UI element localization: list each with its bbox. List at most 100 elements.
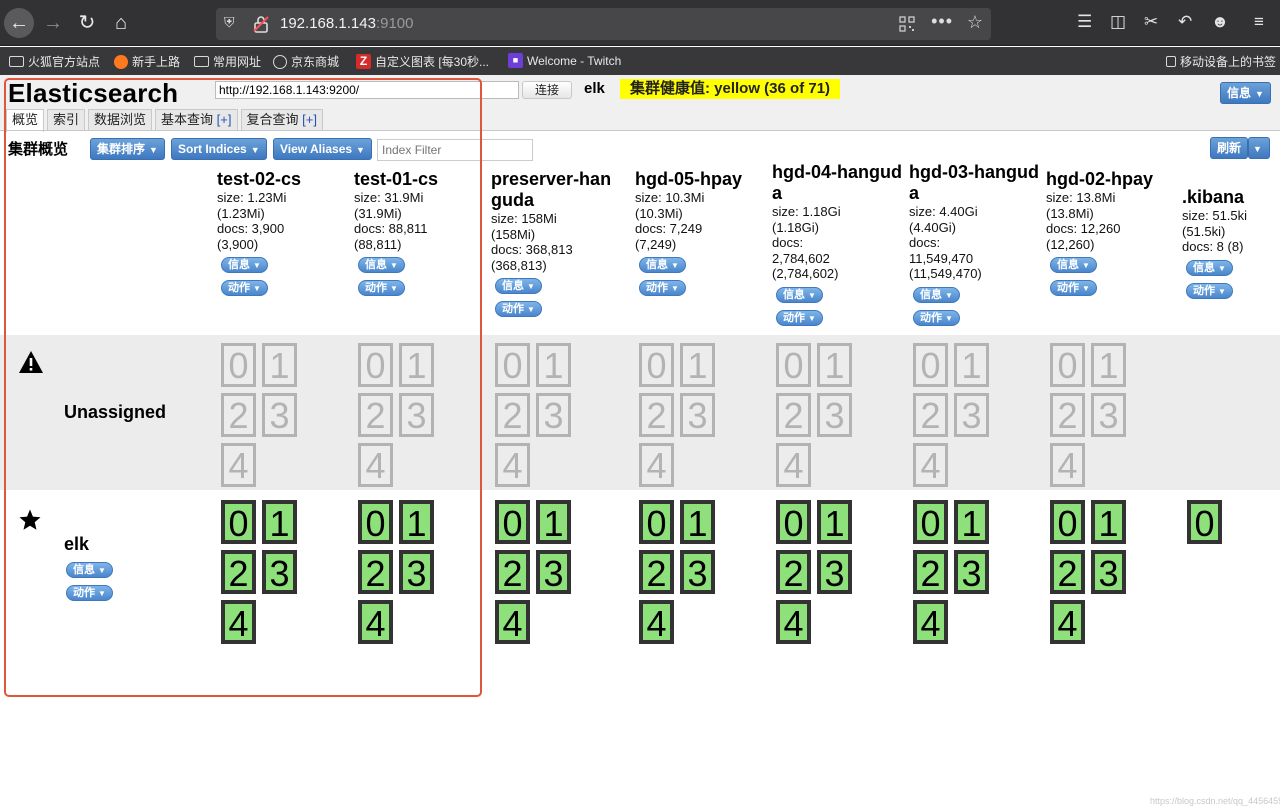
unassigned-shard[interactable]: 3 — [817, 393, 852, 437]
unassigned-shard[interactable]: 3 — [1091, 393, 1126, 437]
address-bar[interactable]: ⛨ 192.168.1.143:9100 ••• ☆ — [216, 8, 991, 40]
assigned-shard[interactable]: 1 — [399, 500, 434, 544]
bookmark-item[interactable]: 京东商城 — [273, 53, 339, 70]
unassigned-shard[interactable]: 2 — [358, 393, 393, 437]
bookmark-item[interactable]: 新手上路 — [114, 53, 180, 70]
assigned-shard[interactable]: 3 — [817, 550, 852, 594]
forward-arrow-icon[interactable]: → — [38, 8, 68, 38]
assigned-shard[interactable]: 3 — [954, 550, 989, 594]
index-action-button[interactable]: 动作 ▼ — [776, 309, 823, 326]
unassigned-shard[interactable]: 0 — [358, 343, 393, 387]
connect-button[interactable]: 连接 — [522, 81, 572, 99]
assigned-shard[interactable]: 1 — [262, 500, 297, 544]
assigned-shard[interactable]: 2 — [913, 550, 948, 594]
assigned-shard[interactable]: 4 — [495, 600, 530, 644]
reload-icon[interactable]: ↻ — [72, 8, 102, 38]
undo-icon[interactable]: ↶ — [1178, 12, 1192, 32]
unassigned-shard[interactable]: 4 — [495, 443, 530, 487]
index-info-button[interactable]: 信息 ▼ — [776, 286, 823, 303]
assigned-shard[interactable]: 0 — [1050, 500, 1085, 544]
library-icon[interactable]: ☰ — [1077, 12, 1092, 32]
assigned-shard[interactable]: 0 — [1187, 500, 1222, 544]
unassigned-shard[interactable]: 3 — [262, 393, 297, 437]
info-menu-button[interactable]: 信息 ▼ — [1220, 82, 1271, 104]
index-info-button[interactable]: 信息 ▼ — [358, 257, 405, 273]
index-info-button[interactable]: 信息 ▼ — [913, 286, 960, 303]
assigned-shard[interactable]: 1 — [1091, 500, 1126, 544]
assigned-shard[interactable]: 4 — [221, 600, 256, 644]
index-action-button[interactable]: 动作 ▼ — [495, 301, 542, 317]
bookmark-item[interactable]: ■ Welcome - Twitch — [508, 53, 621, 68]
unassigned-shard[interactable]: 1 — [262, 343, 297, 387]
assigned-shard[interactable]: 1 — [536, 500, 571, 544]
unassigned-shard[interactable]: 0 — [495, 343, 530, 387]
assigned-shard[interactable]: 3 — [262, 550, 297, 594]
assigned-shard[interactable]: 4 — [776, 600, 811, 644]
unassigned-shard[interactable]: 0 — [776, 343, 811, 387]
view-aliases-button[interactable]: View Aliases ▼ — [273, 138, 372, 160]
assigned-shard[interactable]: 0 — [358, 500, 393, 544]
insecure-lock-icon[interactable] — [252, 15, 270, 33]
assigned-shard[interactable]: 2 — [776, 550, 811, 594]
assigned-shard[interactable]: 2 — [495, 550, 530, 594]
unassigned-shard[interactable]: 0 — [221, 343, 256, 387]
index-action-button[interactable]: 动作 ▼ — [913, 309, 960, 326]
sort-indices-button[interactable]: Sort Indices ▼ — [171, 138, 267, 160]
index-action-button[interactable]: 动作 ▼ — [1050, 280, 1097, 296]
index-filter-input[interactable] — [377, 139, 533, 161]
index-info-button[interactable]: 信息 ▼ — [221, 257, 268, 273]
sidebar-icon[interactable]: ◫ — [1110, 12, 1126, 32]
assigned-shard[interactable]: 2 — [358, 550, 393, 594]
unassigned-shard[interactable]: 2 — [1050, 393, 1085, 437]
assigned-shard[interactable]: 0 — [639, 500, 674, 544]
unassigned-shard[interactable]: 1 — [817, 343, 852, 387]
index-action-button[interactable]: 动作 ▼ — [1186, 282, 1233, 299]
tab-add-link[interactable]: [+] — [217, 112, 232, 127]
index-info-button[interactable]: 信息 ▼ — [639, 257, 686, 273]
tab-complex-query[interactable]: 复合查询 [+] — [240, 109, 323, 131]
unassigned-shard[interactable]: 2 — [221, 393, 256, 437]
index-action-button[interactable]: 动作 ▼ — [221, 280, 268, 296]
unassigned-shard[interactable]: 1 — [680, 343, 715, 387]
node-action-button[interactable]: 动作 ▼ — [66, 585, 113, 601]
unassigned-shard[interactable]: 4 — [639, 443, 674, 487]
assigned-shard[interactable]: 0 — [776, 500, 811, 544]
account-icon[interactable]: ☻ — [1211, 12, 1229, 32]
unassigned-shard[interactable]: 0 — [1050, 343, 1085, 387]
unassigned-shard[interactable]: 4 — [913, 443, 948, 487]
assigned-shard[interactable]: 3 — [680, 550, 715, 594]
assigned-shard[interactable]: 4 — [1050, 600, 1085, 644]
bookmark-item[interactable]: Z 自定义图表 [每30秒... — [356, 53, 489, 70]
cluster-sort-button[interactable]: 集群排序 ▼ — [90, 138, 165, 160]
index-info-button[interactable]: 信息 ▼ — [1050, 257, 1097, 273]
assigned-shard[interactable]: 0 — [913, 500, 948, 544]
unassigned-shard[interactable]: 0 — [639, 343, 674, 387]
mobile-bookmarks[interactable]: 移动设备上的书签 — [1166, 53, 1276, 70]
assigned-shard[interactable]: 3 — [399, 550, 434, 594]
unassigned-shard[interactable]: 2 — [639, 393, 674, 437]
refresh-options-button[interactable]: ▼ — [1248, 137, 1270, 159]
tab-basic-query[interactable]: 基本查询 [+] — [155, 109, 238, 131]
menu-icon[interactable]: ≡ — [1254, 12, 1264, 32]
shield-icon[interactable]: ⛨ — [224, 14, 240, 32]
home-icon[interactable]: ⌂ — [106, 8, 136, 38]
index-action-button[interactable]: 动作 ▼ — [358, 280, 405, 296]
assigned-shard[interactable]: 1 — [954, 500, 989, 544]
unassigned-shard[interactable]: 4 — [358, 443, 393, 487]
unassigned-shard[interactable]: 2 — [776, 393, 811, 437]
unassigned-shard[interactable]: 4 — [776, 443, 811, 487]
qr-code-icon[interactable] — [899, 16, 915, 32]
bookmark-star-icon[interactable]: ☆ — [967, 12, 983, 33]
tab-overview[interactable]: 概览 — [6, 109, 45, 132]
assigned-shard[interactable]: 2 — [221, 550, 256, 594]
assigned-shard[interactable]: 4 — [358, 600, 393, 644]
unassigned-shard[interactable]: 1 — [1091, 343, 1126, 387]
bookmark-item[interactable]: 火狐官方站点 — [9, 53, 100, 70]
url-text[interactable]: 192.168.1.143:9100 — [280, 15, 413, 32]
unassigned-shard[interactable]: 2 — [495, 393, 530, 437]
assigned-shard[interactable]: 2 — [639, 550, 674, 594]
assigned-shard[interactable]: 0 — [495, 500, 530, 544]
assigned-shard[interactable]: 2 — [1050, 550, 1085, 594]
tab-browser[interactable]: 数据浏览 — [88, 109, 153, 131]
unassigned-shard[interactable]: 4 — [221, 443, 256, 487]
